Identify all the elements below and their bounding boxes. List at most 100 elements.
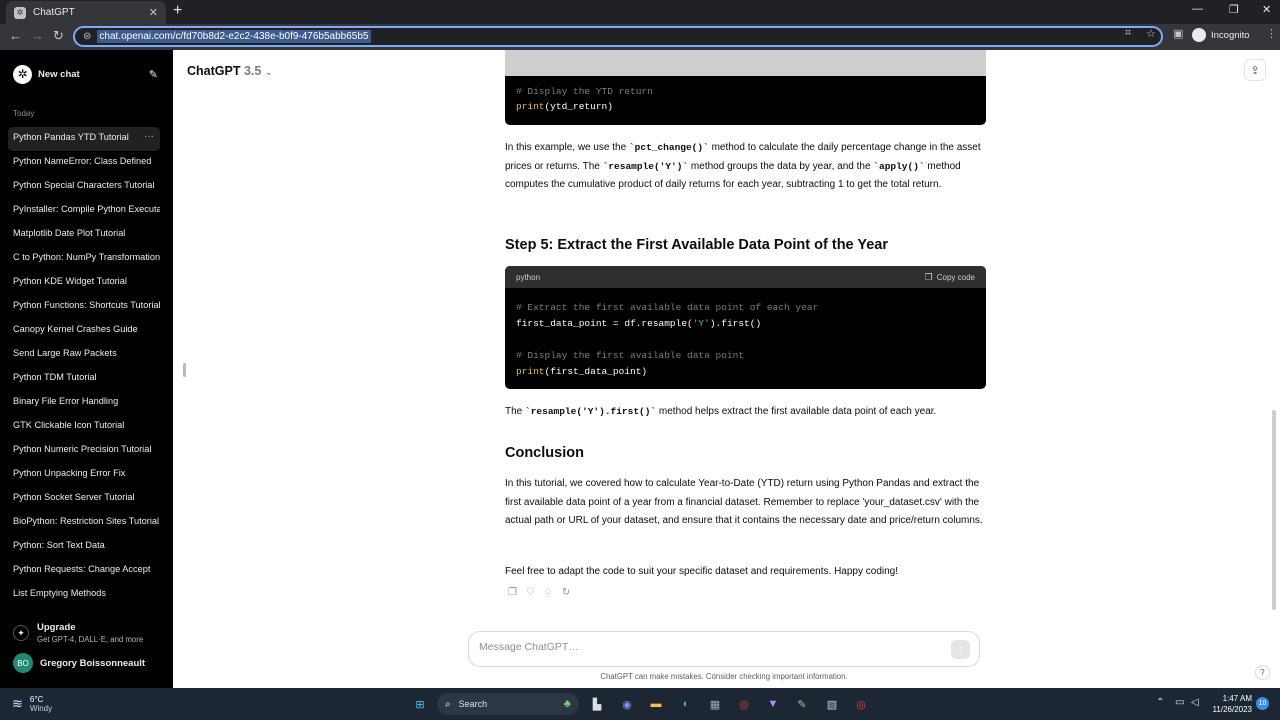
sidebar-history-label: Python Requests: Change Accept [13, 564, 151, 574]
editor-app-icon[interactable]: ✎ [793, 695, 811, 713]
tab-close-icon[interactable]: ✕ [149, 6, 158, 19]
taskbar-clock[interactable]: 1:47 AM 11/26/2023 [1208, 693, 1252, 715]
code-line: # Display the first available data point [516, 350, 745, 361]
copy-icon[interactable]: ❐ [508, 587, 517, 598]
volume-icon[interactable]: ◁ [1191, 697, 1199, 708]
sidebar-history-item[interactable]: Python Socket Server Tutorial [8, 487, 160, 511]
incognito-profile[interactable]: Incognito [1192, 28, 1250, 42]
back-arrow-icon[interactable]: ← [9, 28, 22, 43]
sidebar-history-label: GTK Clickable Icon Tutorial [13, 420, 125, 430]
sidebar-history-item[interactable]: Python NameError: Class Defined [8, 151, 160, 175]
thumbs-up-icon[interactable]: ♡ [526, 587, 535, 598]
bookmark-star-icon[interactable]: ☆ [1146, 27, 1156, 40]
send-button[interactable]: ↑ [951, 640, 970, 659]
upgrade-button[interactable]: ✦ Upgrade Get GPT-4, DALL·E, and more [13, 622, 143, 644]
share-button[interactable]: ⇪ [1244, 59, 1266, 81]
message-actions: ❐ ♡ ♢ ↻ [508, 587, 579, 598]
avatar: BO [13, 653, 33, 673]
sidebar-history-item[interactable]: Python Functions: Shortcuts Tutorial [8, 295, 160, 319]
chat-app-icon[interactable]: ◉ [618, 695, 636, 713]
install-app-icon[interactable]: ⌗ [1125, 27, 1131, 40]
sidebar-history-item[interactable]: Send Large Raw Packets [8, 343, 160, 367]
browser-tab-bar: ✲ ChatGPT ✕ + — ❐ ✕ [0, 0, 1280, 24]
sidebar-history-label: Python: Sort Text Data [13, 540, 105, 550]
browser-toolbar: ← → ↻ ⊜ chat.openai.com/c/fd70b8d2-e2c2-… [0, 24, 1280, 50]
sidebar-history-label: Python Special Characters Tutorial [13, 180, 155, 190]
store-icon[interactable]: ▦ [706, 695, 724, 713]
sidebar-history-item[interactable]: BioPython: Restriction Sites Tutorial [8, 511, 160, 535]
sidebar-history-label: Send Large Raw Packets [13, 348, 117, 358]
sidebar-history-item[interactable]: Python Numeric Precision Tutorial [8, 439, 160, 463]
sidebar-history-label: BioPython: Restriction Sites Tutorial [13, 516, 160, 526]
code-language: python [516, 272, 541, 282]
sidebar-history-item[interactable]: Python Unpacking Error Fix [8, 463, 160, 487]
scrollbar[interactable] [1272, 410, 1276, 610]
new-chat-button[interactable]: ✲ New chat ✎ [8, 62, 158, 86]
file-explorer-icon[interactable]: ▬ [647, 695, 665, 713]
notification-badge[interactable]: 10 [1256, 697, 1269, 710]
sidebar-history-item[interactable]: Canopy Kernel Crashes Guide [8, 319, 160, 343]
sidebar-history-item[interactable]: Python Pandas YTD Tutorial ··· [8, 127, 160, 151]
copy-code-button[interactable]: ❐ Copy code [925, 272, 975, 283]
sidebar-history-label: Python Unpacking Error Fix [13, 468, 126, 478]
browser-tab[interactable]: ✲ ChatGPT ✕ [6, 1, 166, 24]
sidebar-history-item[interactable]: C to Python: NumPy Transformation [8, 247, 160, 271]
help-button[interactable]: ? [1255, 665, 1270, 680]
forward-arrow-icon[interactable]: → [31, 28, 44, 43]
address-bar[interactable]: ⊜ chat.openai.com/c/fd70b8d2-e2c2-438e-b… [73, 26, 1163, 47]
edge-browser-icon[interactable]: ◐ [677, 695, 695, 713]
code-line: # Display the YTD return [516, 86, 653, 97]
search-highlight-icon: ♣ [563, 698, 571, 710]
tab-title: ChatGPT [33, 7, 75, 18]
sidebar-history-item[interactable]: Python Special Characters Tutorial [8, 175, 160, 199]
main-panel: ChatGPT 3.5 ⌄ ⇪ # Display the YTD return… [173, 50, 1280, 688]
sidebar-history-label: Python Pandas YTD Tutorial [13, 132, 129, 142]
sidebar-history-item[interactable]: List Emptying Methods [8, 583, 160, 607]
window-close-icon[interactable]: ✕ [1262, 3, 1271, 16]
code-line: # Extract the first available data point… [516, 302, 819, 313]
message-input[interactable] [479, 641, 929, 653]
side-panel-icon[interactable]: ▣ [1173, 27, 1183, 40]
sidebar-history-item[interactable]: Matplotlib Date Plot Tutorial [8, 223, 160, 247]
tray-chevron-up-icon[interactable]: ⌃ [1156, 697, 1164, 708]
incognito-label: Incognito [1211, 29, 1250, 41]
code-block-previous: # Display the YTD return print(ytd_retur… [505, 50, 986, 125]
chrome-icon[interactable]: ◎ [735, 695, 753, 713]
sidebar-history-label: Canopy Kernel Crashes Guide [13, 324, 138, 334]
site-info-icon[interactable]: ⊜ [83, 31, 91, 42]
response-paragraph: In this example, we use the `pct_change(… [505, 142, 981, 191]
sidebar-collapse-handle[interactable] [183, 363, 186, 377]
sidebar-history-label: Python Socket Server Tutorial [13, 492, 135, 502]
sparkle-icon: ✦ [13, 625, 29, 641]
reload-icon[interactable]: ↻ [53, 28, 64, 44]
window-minimize-icon[interactable]: — [1192, 3, 1203, 15]
app-icon[interactable]: ▼ [764, 695, 782, 713]
sidebar-history-item[interactable]: Python TDM Tutorial [8, 367, 160, 391]
window-restore-icon[interactable]: ❐ [1229, 3, 1239, 16]
browser-menu-icon[interactable]: ⋮ [1266, 27, 1277, 40]
more-options-icon[interactable]: ··· [144, 127, 154, 147]
weather-widget[interactable]: ≋ 6°C Windy [12, 695, 52, 713]
windows-start-icon[interactable]: ⊞ [411, 695, 429, 713]
sidebar-history-item[interactable]: GTK Clickable Icon Tutorial [8, 415, 160, 439]
sidebar-history-item[interactable]: Binary File Error Handling [8, 391, 160, 415]
task-view-icon[interactable]: ▙ [588, 695, 606, 713]
upgrade-title: Upgrade [37, 622, 76, 633]
user-menu[interactable]: BO Gregory Boissonneault [13, 653, 145, 673]
image-app-icon[interactable]: ▧ [823, 695, 841, 713]
chrome-active-icon[interactable]: ◎ [852, 695, 870, 713]
sidebar-history-item[interactable]: Python KDE Widget Tutorial [8, 271, 160, 295]
model-selector[interactable]: ChatGPT 3.5 ⌄ [187, 64, 272, 78]
taskbar-search[interactable]: ⌕ Search ♣ [437, 693, 579, 715]
sidebar-history-item[interactable]: Python: Sort Text Data [8, 535, 160, 559]
code-line: print(ytd_return) [516, 101, 613, 112]
thumbs-down-icon[interactable]: ♢ [544, 587, 553, 598]
upgrade-subtitle: Get GPT-4, DALL·E, and more [37, 635, 144, 644]
sidebar-history-item[interactable]: PyInstaller: Compile Python Executable [8, 199, 160, 223]
new-tab-plus-icon[interactable]: + [173, 2, 182, 20]
edit-pencil-icon[interactable]: ✎ [149, 68, 158, 81]
url-text[interactable]: chat.openai.com/c/fd70b8d2-e2c2-438e-b0f… [97, 30, 371, 43]
network-icon[interactable]: ▭ [1175, 697, 1184, 708]
sidebar-history-item[interactable]: Python Requests: Change Accept [8, 559, 160, 583]
regenerate-icon[interactable]: ↻ [562, 587, 570, 598]
